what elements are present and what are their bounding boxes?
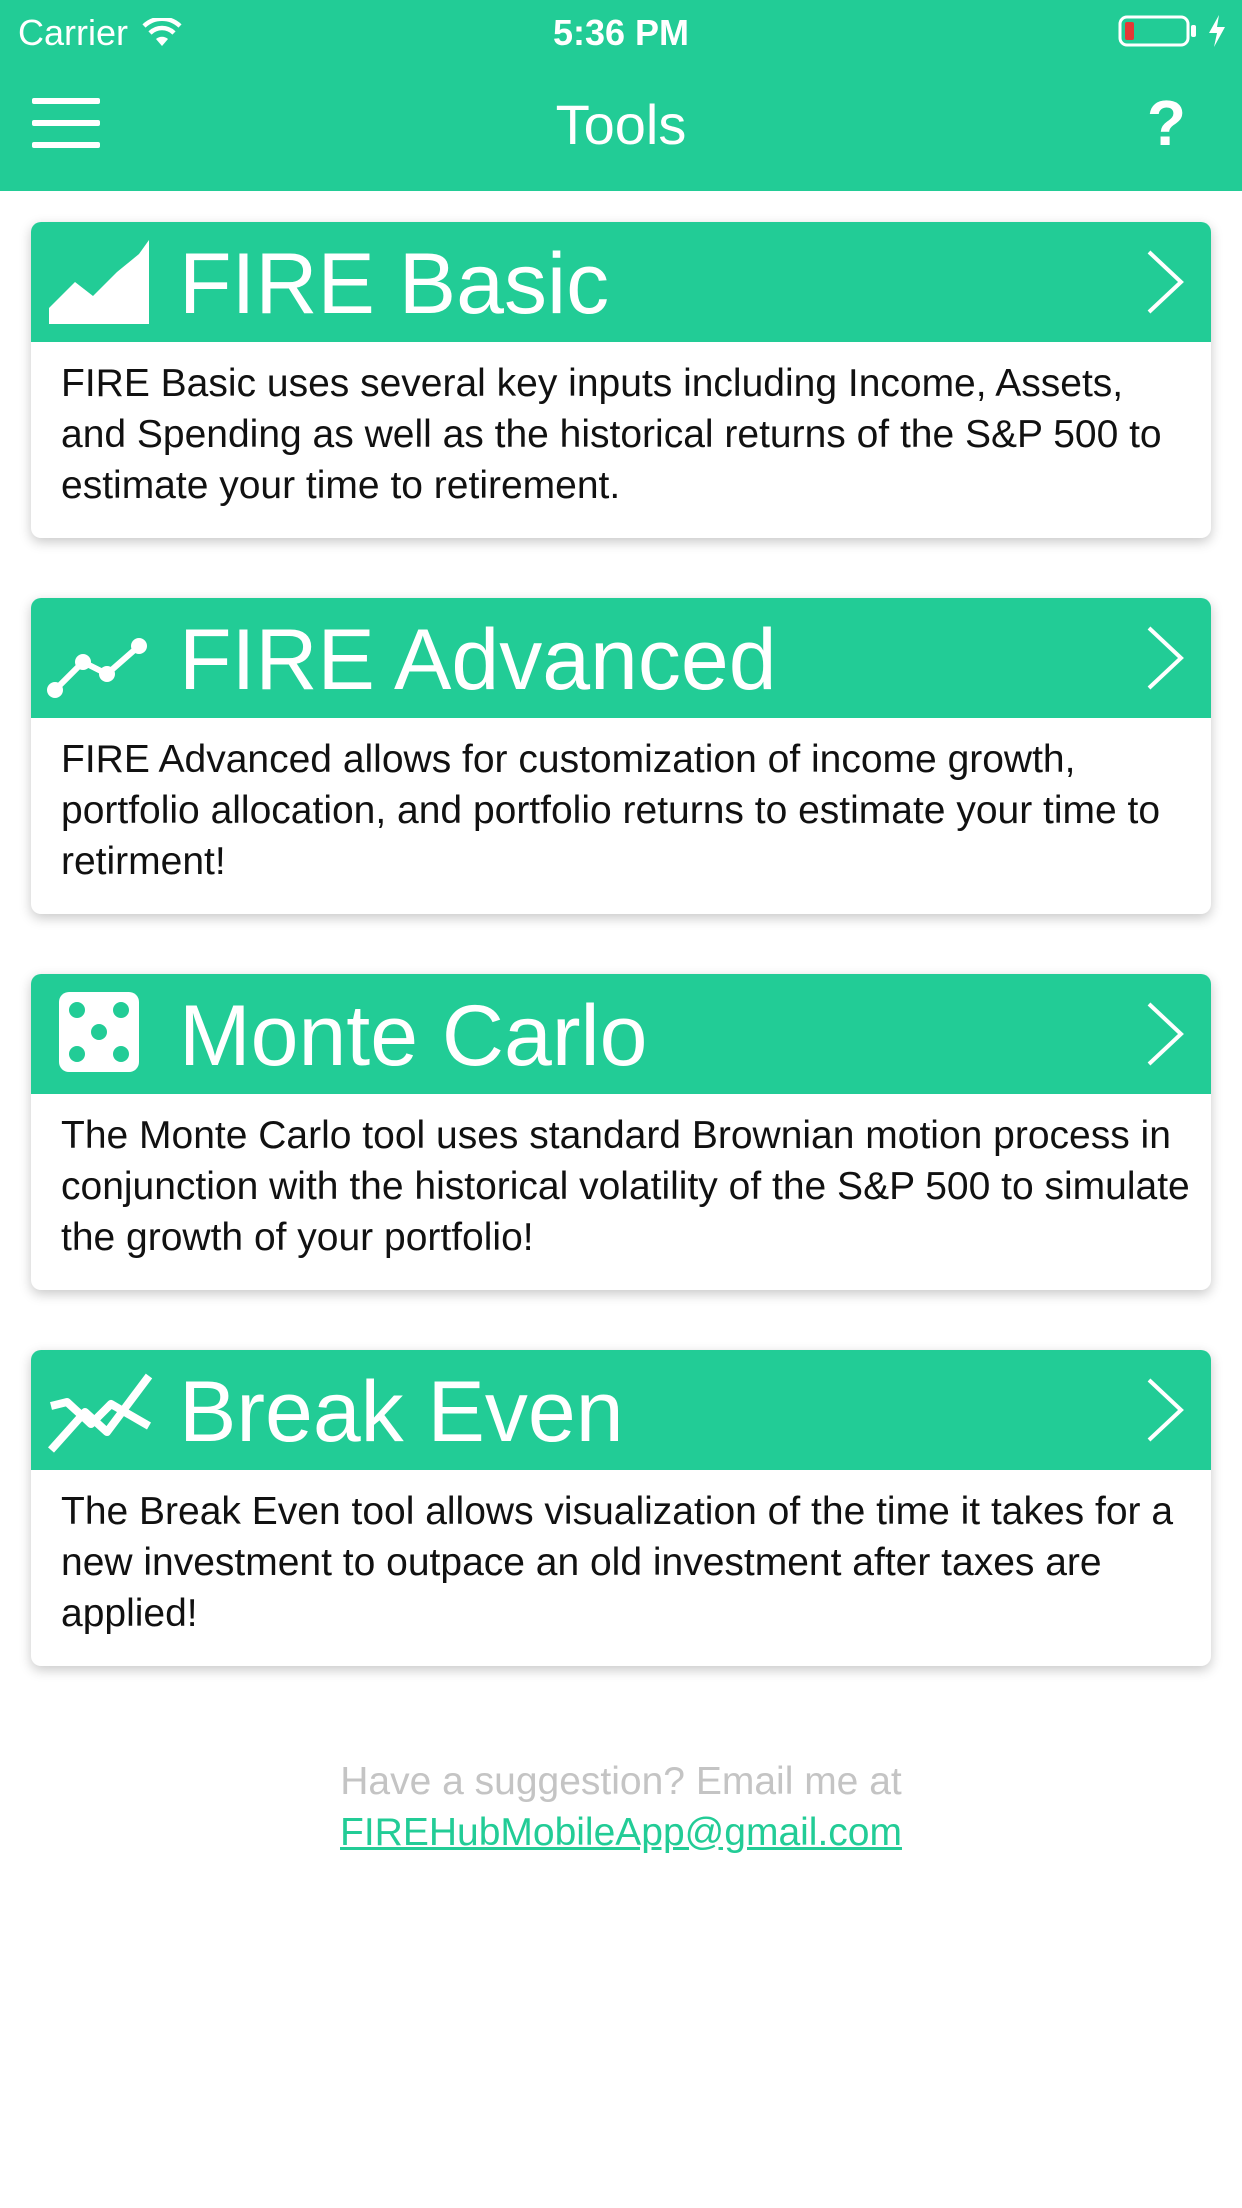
tool-card-fire-advanced[interactable]: FIRE Advanced FIRE Advanced allows for c… (31, 598, 1211, 914)
card-title: Break Even (179, 1364, 624, 1460)
card-description: FIRE Basic uses several key inputs inclu… (61, 362, 1162, 507)
tool-card-monte-carlo[interactable]: Monte Carlo The Monte Carlo tool uses st… (31, 974, 1211, 1290)
battery-icon (1118, 15, 1196, 47)
top-bar: Carrier 5:36 PM Tools ? (0, 0, 1242, 191)
card-title: Monte Carlo (179, 988, 648, 1084)
card-title: FIRE Advanced (179, 612, 777, 708)
help-button[interactable]: ? (1147, 86, 1186, 160)
dice-icon (59, 992, 139, 1072)
card-header: FIRE Basic (31, 222, 1211, 342)
status-time: 5:36 PM (552, 12, 690, 53)
card-description: FIRE Advanced allows for customization o… (61, 738, 1161, 883)
card-header: Monte Carlo (31, 974, 1211, 1094)
status-battery (1118, 14, 1228, 48)
card-title: FIRE Basic (179, 236, 610, 332)
card-description: The Break Even tool allows visualization… (61, 1490, 1174, 1635)
tools-screen: Carrier 5:36 PM Tools ? FIRE Basic FIRE … (0, 0, 1242, 2208)
charging-bolt-icon (1209, 15, 1225, 47)
chevron-right-icon (1147, 1002, 1184, 1066)
page-title: Tools (555, 93, 687, 156)
suggestion-text: Have a suggestion? Email me at (340, 1760, 902, 1803)
card-header: Break Even (31, 1350, 1211, 1470)
chevron-right-icon (1147, 626, 1184, 690)
crossing-lines-icon (48, 1373, 153, 1453)
chevron-right-icon (1147, 250, 1184, 314)
email-link[interactable]: FIREHubMobileApp@gmail.com (340, 1811, 902, 1854)
card-header: FIRE Advanced (31, 598, 1211, 718)
chevron-right-icon (1147, 1378, 1184, 1442)
tool-card-fire-basic[interactable]: FIRE Basic FIRE Basic uses several key i… (31, 222, 1211, 538)
tool-card-break-even[interactable]: Break Even The Break Even tool allows vi… (31, 1350, 1211, 1666)
suggestion-footer: Have a suggestion? Email me at FIREHubMo… (0, 1756, 1242, 1858)
area-chart-icon (49, 240, 149, 324)
card-description: The Monte Carlo tool uses standard Brown… (61, 1114, 1190, 1259)
line-chart-icon (47, 638, 147, 698)
